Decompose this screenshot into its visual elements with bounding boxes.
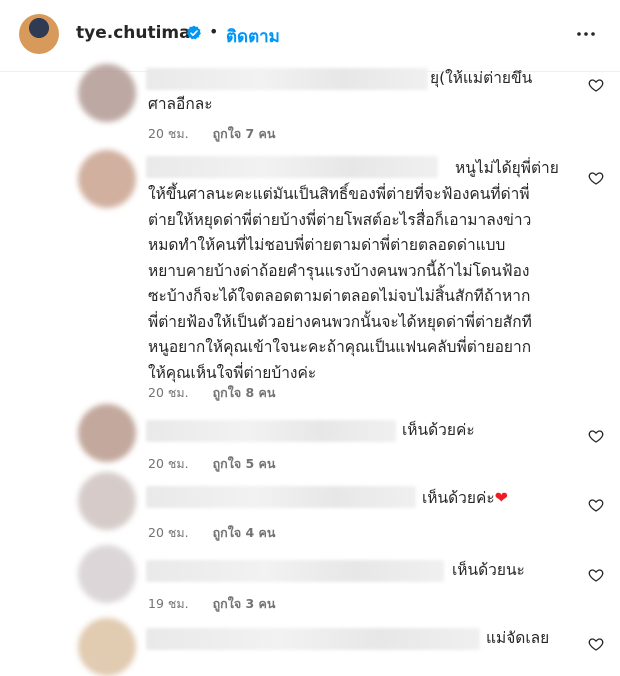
comment-likes[interactable]: ถูกใจ 7 คน: [213, 126, 276, 141]
commenter-name-blurred[interactable]: [146, 560, 444, 582]
comment-text: ให้ขึ้นศาลนะคะแต่มันเป็นสิทธิ์ของพี่ต่าย…: [148, 185, 532, 382]
comment-likes[interactable]: ถูกใจ 3 คน: [213, 596, 276, 611]
comment-text: เห็นด้วยนะ: [452, 561, 525, 579]
like-heart-icon[interactable]: [588, 636, 604, 652]
comment-time: 20 ชม.: [148, 525, 189, 540]
comment-meta: 20 ชม. ถูกใจ 7 คน: [148, 124, 275, 144]
commenter-name-blurred[interactable]: [146, 156, 438, 178]
comment-meta: 19 ชม. ถูกใจ 3 คน: [148, 594, 275, 614]
comment-time: 20 ชม.: [148, 385, 189, 400]
like-heart-icon[interactable]: [588, 77, 604, 93]
like-heart-icon[interactable]: [588, 497, 604, 513]
comment-text: เห็นด้วยค่ะ❤: [422, 485, 572, 512]
comment-likes[interactable]: ถูกใจ 5 คน: [213, 456, 276, 471]
comment-time: 19 ชม.: [148, 596, 189, 611]
like-heart-icon[interactable]: [588, 170, 604, 186]
username[interactable]: tye.chutima: [76, 23, 191, 43]
comment-text: แม่จัดเลย: [486, 629, 550, 647]
commenter-name-blurred[interactable]: [146, 486, 416, 508]
post-header: tye.chutima • ติดตาม: [0, 0, 620, 72]
header-separator: •: [209, 22, 219, 41]
comment-meta: 20 ชม. ถูกใจ 8 คน: [148, 383, 275, 403]
comment-first-line: หนูไม่ได้ยุพี่ต่าย: [455, 159, 559, 177]
commenter-avatar[interactable]: [78, 64, 136, 122]
comment-time: 20 ชม.: [148, 126, 189, 141]
comment-text-label: เห็นด้วยค่ะ: [422, 489, 495, 507]
comment-meta: 20 ชม. ถูกใจ 5 คน: [148, 454, 275, 474]
follow-button[interactable]: ติดตาม: [226, 23, 280, 50]
commenter-avatar[interactable]: [78, 545, 136, 603]
verified-badge-icon: [186, 25, 201, 40]
red-heart-emoji-icon: ❤: [494, 488, 509, 507]
profile-avatar[interactable]: [19, 14, 59, 54]
comment-text: เห็นด้วยค่ะ: [402, 421, 475, 439]
more-options-icon[interactable]: [574, 22, 598, 46]
commenter-avatar[interactable]: [78, 150, 136, 208]
commenter-avatar[interactable]: [78, 472, 136, 530]
commenter-avatar[interactable]: [78, 618, 136, 676]
comment-likes[interactable]: ถูกใจ 4 คน: [213, 525, 276, 540]
comment-likes[interactable]: ถูกใจ 8 คน: [213, 385, 276, 400]
like-heart-icon[interactable]: [588, 428, 604, 444]
commenter-avatar[interactable]: [78, 404, 136, 462]
commenter-name-blurred[interactable]: [146, 420, 396, 442]
like-heart-icon[interactable]: [588, 567, 604, 583]
commenter-name-blurred[interactable]: [146, 628, 480, 650]
comment-text: ยุ(ให้แม่ต่ายขึน ศาลอีกละ: [148, 69, 533, 113]
comment-meta: 20 ชม. ถูกใจ 4 คน: [148, 523, 275, 543]
comment-time: 20 ชม.: [148, 456, 189, 471]
